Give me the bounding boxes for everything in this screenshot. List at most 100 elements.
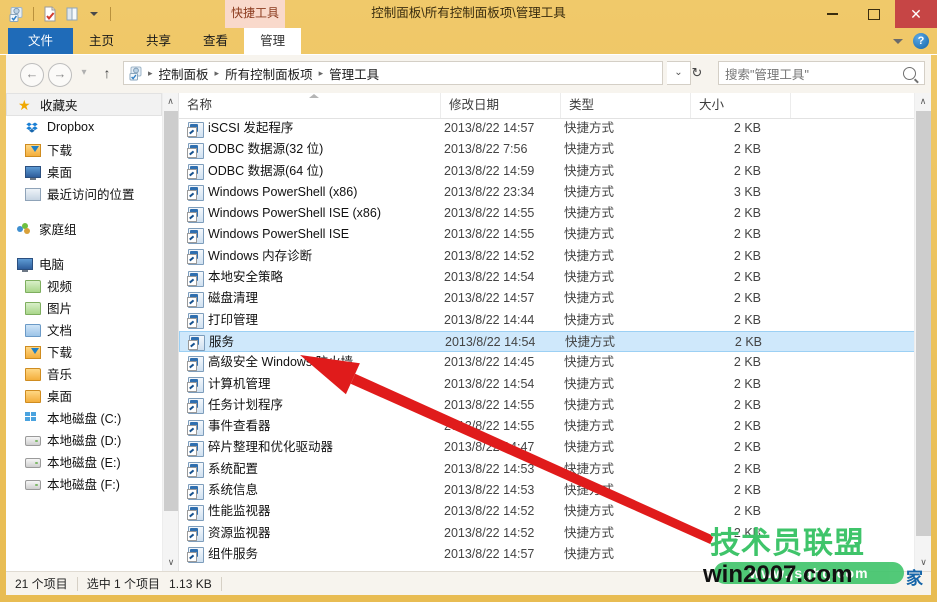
file-list-scrollbar[interactable]: ∧ ∨ — [914, 93, 931, 571]
drive-icon — [24, 431, 41, 448]
breadcrumb-item-control-panel[interactable]: 控制面板 — [154, 64, 214, 83]
maximize-button[interactable] — [853, 0, 895, 28]
column-header-name[interactable]: 名称 — [179, 93, 441, 118]
table-row[interactable]: 性能监视器2013/8/22 14:52快捷方式2 KB — [179, 501, 915, 522]
close-button[interactable]: ✕ — [895, 0, 937, 28]
tab-home[interactable]: 主页 — [73, 28, 130, 54]
computer-icon — [16, 255, 33, 272]
navigation-tree: ★ 收藏夹 Dropbox — [6, 93, 162, 494]
table-row[interactable]: 磁盘清理2013/8/22 14:57快捷方式2 KB — [179, 288, 915, 309]
table-row[interactable]: Windows 内存诊断2013/8/22 14:52快捷方式2 KB — [179, 246, 915, 267]
sidebar-item-drive-d[interactable]: 本地磁盘 (D:) — [6, 428, 162, 450]
table-row[interactable]: 资源监视器2013/8/22 14:52快捷方式2 KB — [179, 523, 915, 544]
table-row[interactable]: 计算机管理2013/8/22 14:54快捷方式2 KB — [179, 374, 915, 395]
tab-view[interactable]: 查看 — [187, 28, 244, 54]
column-header-type[interactable]: 类型 — [561, 93, 691, 118]
sidebar-item-homegroup[interactable]: 家庭组 — [6, 217, 162, 239]
new-folder-icon[interactable] — [63, 5, 81, 23]
table-row[interactable]: Windows PowerShell ISE (x86)2013/8/22 14… — [179, 203, 915, 224]
back-button[interactable]: ← — [20, 63, 44, 87]
breadcrumb-item-admin-tools[interactable]: 管理工具 — [324, 64, 384, 83]
cell-date: 2013/8/22 14:55 — [444, 395, 534, 416]
table-row[interactable]: Windows PowerShell (x86)2013/8/22 23:34快… — [179, 182, 915, 203]
sidebar-item-downloads[interactable]: 下载 — [6, 138, 162, 160]
scroll-up-icon[interactable]: ∧ — [915, 93, 931, 110]
table-row[interactable]: 系统信息2013/8/22 14:53快捷方式2 KB — [179, 480, 915, 501]
customize-dropdown-icon[interactable] — [85, 5, 103, 23]
sidebar-item-downloads-2[interactable]: 下载 — [6, 340, 162, 362]
drive-icon — [24, 453, 41, 470]
control-panel-icon[interactable] — [8, 5, 26, 23]
scroll-down-icon[interactable]: ∨ — [163, 554, 178, 571]
cell-size: 2 KB — [699, 501, 761, 522]
tab-manage[interactable]: 管理 — [244, 28, 301, 54]
table-row[interactable]: 高级安全 Windows 防火墙2013/8/22 14:45快捷方式2 KB — [179, 352, 915, 373]
shortcut-icon — [187, 312, 203, 328]
qat-divider-2 — [110, 7, 111, 21]
search-input[interactable]: 搜索"管理工具" — [725, 64, 903, 83]
navigation-scrollbar[interactable]: ∧ ∨ — [162, 93, 178, 571]
sidebar-item-drive-e[interactable]: 本地磁盘 (E:) — [6, 450, 162, 472]
search-icon[interactable] — [903, 67, 916, 80]
search-box[interactable]: 搜索"管理工具" — [718, 61, 925, 85]
table-row[interactable]: 本地安全策略2013/8/22 14:54快捷方式2 KB — [179, 267, 915, 288]
table-row[interactable]: ODBC 数据源(32 位)2013/8/22 7:56快捷方式2 KB — [179, 139, 915, 160]
table-row[interactable]: iSCSI 发起程序2013/8/22 14:57快捷方式2 KB — [179, 118, 915, 139]
file-scroll-thumb[interactable] — [916, 111, 931, 536]
column-header-date[interactable]: 修改日期 — [441, 93, 561, 118]
quick-access-toolbar[interactable] — [8, 3, 114, 25]
sidebar-item-documents[interactable]: 文档 — [6, 318, 162, 340]
sidebar-item-desktop[interactable]: 桌面 — [6, 160, 162, 182]
tab-share[interactable]: 共享 — [130, 28, 187, 54]
sidebar-item-dropbox[interactable]: Dropbox — [6, 116, 162, 138]
forward-button[interactable]: → — [48, 63, 72, 87]
breadcrumb-item-all-items[interactable]: 所有控制面板项 — [220, 64, 318, 83]
chevron-down-icon[interactable] — [893, 39, 903, 44]
sidebar-item-computer[interactable]: 电脑 — [6, 252, 162, 274]
contextual-tab-banner: 快捷工具 — [225, 0, 285, 28]
scroll-down-icon[interactable]: ∨ — [915, 554, 931, 571]
properties-icon[interactable] — [41, 5, 59, 23]
sidebar-item-recent-places[interactable]: 最近访问的位置 — [6, 182, 162, 204]
cell-type: 快捷方式 — [564, 224, 614, 245]
sidebar-item-label: 图片 — [47, 298, 72, 317]
table-row[interactable]: 碎片整理和优化驱动器2013/8/22 14:47快捷方式2 KB — [179, 437, 915, 458]
cell-date: 2013/8/22 14:55 — [444, 203, 534, 224]
refresh-button[interactable]: ↻ — [683, 61, 711, 85]
cell-size: 2 KB — [700, 332, 762, 353]
window-title: 控制面板\所有控制面板项\管理工具 — [0, 0, 937, 26]
column-header-size[interactable]: 大小 — [691, 93, 791, 118]
minimize-button[interactable] — [811, 0, 853, 28]
status-bar: 21 个项目 选中 1 个项目 1.13 KB — [6, 571, 931, 595]
cell-size: 2 KB — [699, 352, 761, 373]
recent-locations-button[interactable]: ▾ — [76, 63, 92, 85]
cell-size: 2 KB — [699, 395, 761, 416]
sidebar-item-music[interactable]: 音乐 — [6, 362, 162, 384]
scroll-up-icon[interactable]: ∧ — [163, 93, 178, 110]
sidebar-item-label: 下载 — [47, 140, 72, 159]
sidebar-item-favorites[interactable]: ★ 收藏夹 — [6, 93, 162, 116]
breadcrumb[interactable]: ▸ 控制面板 ▸ 所有控制面板项 ▸ 管理工具 — [123, 61, 663, 85]
cell-size: 2 KB — [699, 161, 761, 182]
table-row[interactable]: Windows PowerShell ISE2013/8/22 14:55快捷方… — [179, 224, 915, 245]
desktop-icon — [24, 163, 41, 180]
table-row[interactable]: 事件查看器2013/8/22 14:55快捷方式2 KB — [179, 416, 915, 437]
navigation-scroll-thumb[interactable] — [164, 111, 178, 511]
sidebar-item-drive-c[interactable]: 本地磁盘 (C:) — [6, 406, 162, 428]
table-row[interactable]: 服务2013/8/22 14:54快捷方式2 KB — [179, 331, 915, 352]
table-row[interactable]: ODBC 数据源(64 位)2013/8/22 14:59快捷方式2 KB — [179, 161, 915, 182]
sidebar-item-videos[interactable]: 视频 — [6, 274, 162, 296]
table-row[interactable]: 组件服务2013/8/22 14:57快捷方式 — [179, 544, 915, 565]
sidebar-item-desktop-2[interactable]: 桌面 — [6, 384, 162, 406]
homegroup-icon — [16, 220, 33, 237]
up-button[interactable]: ↑ — [98, 63, 116, 85]
table-row[interactable]: 打印管理2013/8/22 14:44快捷方式2 KB — [179, 310, 915, 331]
cell-date: 2013/8/22 14:57 — [444, 288, 534, 309]
sidebar-item-pictures[interactable]: 图片 — [6, 296, 162, 318]
help-icon[interactable]: ? — [913, 33, 929, 49]
table-row[interactable]: 任务计划程序2013/8/22 14:55快捷方式2 KB — [179, 395, 915, 416]
tab-file[interactable]: 文件 — [8, 28, 73, 54]
table-row[interactable]: 系统配置2013/8/22 14:53快捷方式2 KB — [179, 459, 915, 480]
column-header-spacer[interactable] — [791, 93, 898, 118]
sidebar-item-drive-f[interactable]: 本地磁盘 (F:) — [6, 472, 162, 494]
